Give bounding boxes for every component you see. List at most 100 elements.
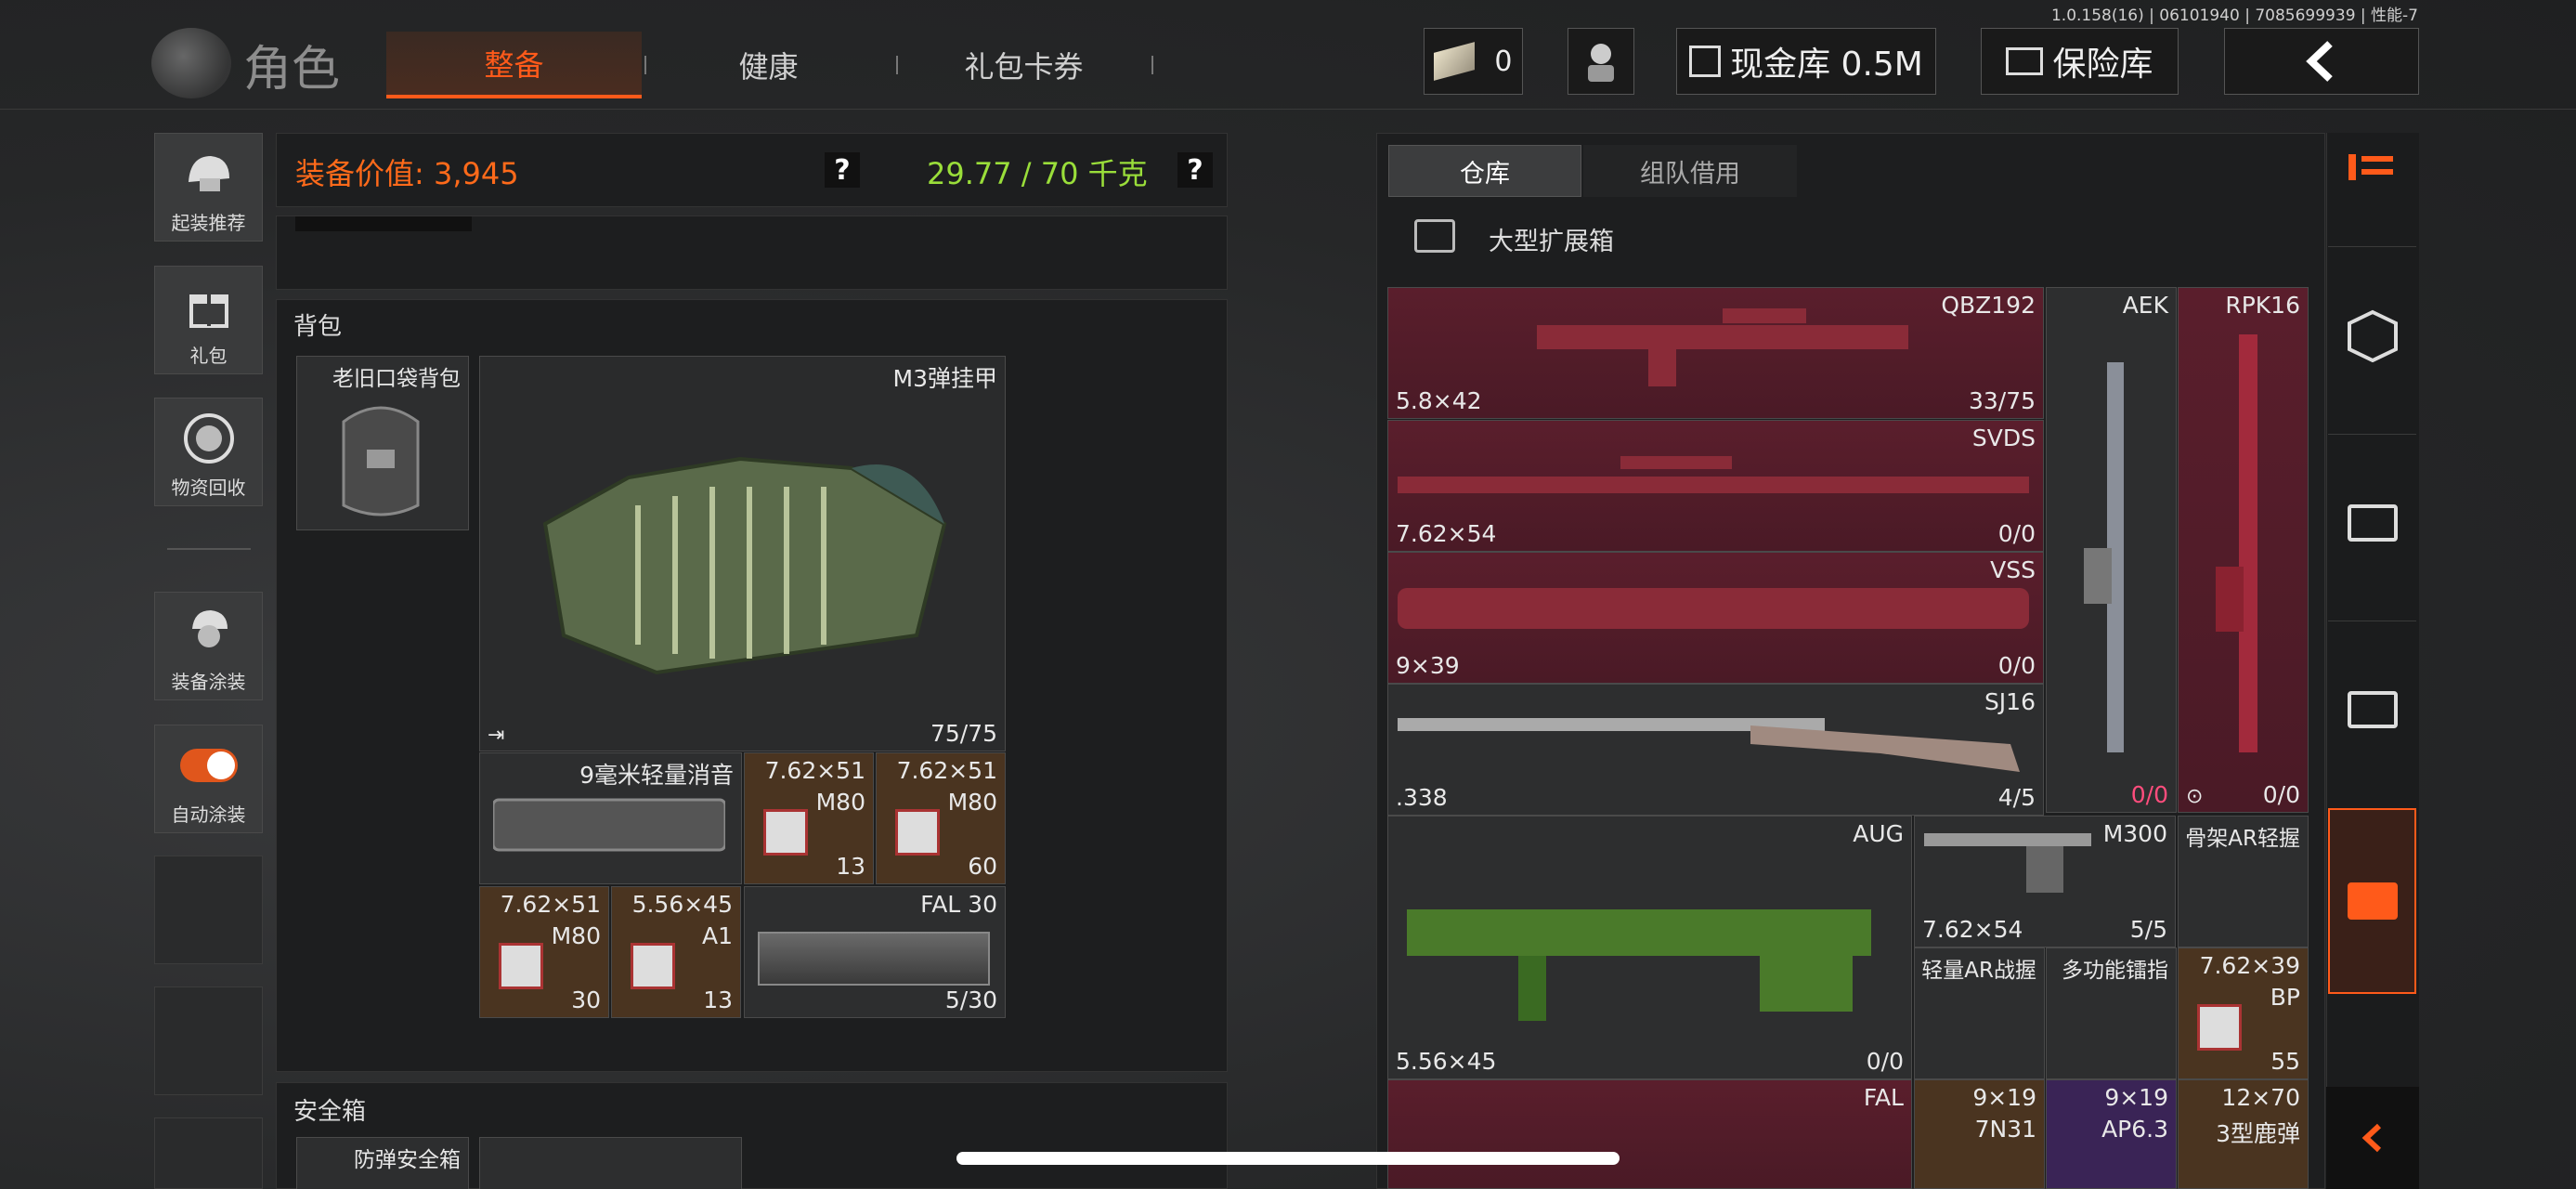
info-icon: ⊙ — [2186, 785, 2204, 808]
item-count: 4/5 — [1997, 784, 2036, 811]
equip-value-help-button[interactable]: ? — [825, 152, 860, 188]
auto-skin-toggle[interactable]: 自动涂装 — [154, 725, 263, 833]
weight-help-button[interactable]: ? — [1177, 152, 1213, 188]
item-ammo[interactable]: 7.62×51 M80 60 — [876, 752, 1006, 884]
item-suppressor[interactable]: 9毫米轻量消音 — [479, 752, 742, 884]
item-ammo[interactable]: 7.62×51 M80 13 — [744, 752, 874, 884]
item-light-grip[interactable]: 轻量AR战握 — [1914, 947, 2045, 1079]
rifle-icon — [1537, 308, 1908, 386]
item-name: RPK16 — [2225, 292, 2300, 319]
container-tab-active[interactable] — [2328, 808, 2416, 994]
item-vss[interactable]: VSS 9×39 0/0 — [1387, 552, 2044, 684]
container-tab[interactable] — [2328, 621, 2416, 797]
container-tab[interactable] — [2328, 246, 2416, 423]
item-ammo[interactable]: 7.62×39 BP 55 — [2178, 947, 2309, 1079]
item-name: AEK — [2122, 292, 2168, 319]
money-button[interactable]: 0 — [1424, 28, 1523, 95]
item-ammo[interactable]: 9×19 7N31 — [1914, 1079, 2045, 1189]
item-rpk16[interactable]: RPK16 ⊙ 0/0 — [2178, 287, 2309, 813]
safe-box-slot-empty — [479, 1137, 742, 1189]
item-laser[interactable]: 多功能镭指 — [2046, 947, 2177, 1079]
container-tab[interactable] — [2328, 434, 2416, 610]
recycle-button[interactable]: 物资回收 — [154, 398, 263, 506]
slot-tab — [295, 216, 472, 231]
tab-team-borrow[interactable]: 组队借用 — [1583, 145, 1797, 197]
item-magazine[interactable]: FAL 30 5/30 — [744, 886, 1006, 1018]
item-type: M80 — [551, 922, 601, 949]
item-name: 骨架AR轻握 — [2185, 827, 2300, 851]
item-aek[interactable]: AEK 0/0 — [2046, 287, 2177, 813]
soldier-icon — [180, 604, 238, 661]
item-svds[interactable]: SVDS 7.62×54 0/0 — [1387, 420, 2044, 552]
gift-icon — [180, 278, 238, 335]
item-ammo[interactable]: 5.56×45 A1 13 — [611, 886, 741, 1018]
item-skeleton-grip[interactable]: 骨架AR轻握 — [2178, 816, 2309, 947]
tab-equip[interactable]: 整备 — [386, 32, 642, 98]
skin-button[interactable]: 装备涂装 — [154, 592, 263, 700]
sidebar-divider — [167, 548, 251, 550]
item-sj16[interactable]: SJ16 .338 4/5 — [1387, 684, 2044, 816]
item-caliber: 9×39 — [1396, 652, 1460, 679]
backpack-slot[interactable]: 老旧口袋背包 — [296, 356, 469, 530]
container-icon — [1414, 219, 1455, 253]
vest-image — [542, 456, 947, 675]
ammo-box-icon — [763, 809, 808, 856]
item-ammo[interactable]: 7.62×51 M80 30 — [479, 886, 609, 1018]
cash-vault-label: 现金库 0.5M — [1730, 46, 1923, 84]
ammo-box-icon — [631, 943, 675, 989]
item-count: 13 — [836, 853, 865, 880]
item-type: 3型鹿弹 — [2216, 1120, 2300, 1147]
tab-health[interactable]: 健康 — [669, 32, 868, 98]
cash-vault-button[interactable]: 现金库 0.5M — [1676, 28, 1936, 95]
item-count: 33/75 — [1968, 387, 2036, 414]
item-fal[interactable]: FAL — [1387, 1079, 1912, 1189]
ammo-box-icon — [2197, 1004, 2242, 1051]
cube-icon — [2347, 309, 2398, 362]
tab-gift-cards[interactable]: 礼包卡券 — [919, 32, 1128, 98]
toggle-switch[interactable] — [179, 737, 238, 794]
rifle-icon — [1398, 456, 2029, 493]
collapse-button[interactable] — [2326, 1087, 2419, 1189]
empty-slot — [154, 856, 263, 964]
safe-vault-button[interactable]: 保险库 — [1981, 28, 2179, 95]
back-button[interactable] — [2224, 28, 2419, 95]
rifle-icon — [1407, 909, 1871, 1021]
magazine-icon — [758, 932, 990, 986]
item-name: 7.62×51 — [500, 891, 601, 918]
item-count: 0/0 — [2130, 781, 2168, 808]
item-name: 7.62×39 — [2199, 952, 2300, 979]
safe-box-slot[interactable]: 防弹安全箱 — [296, 1137, 469, 1189]
item-ammo[interactable]: 9×19 AP6.3 — [2046, 1079, 2177, 1189]
backpack-icon — [342, 406, 420, 516]
safe-box-title: 安全箱 — [293, 1098, 367, 1126]
item-type: 7N31 — [1974, 1116, 2036, 1143]
chevron-left-icon — [2361, 1123, 2382, 1153]
helmet-icon — [180, 145, 238, 203]
item-m300[interactable]: M300 7.62×54 5/5 — [1914, 816, 2176, 947]
item-count: 30 — [571, 986, 601, 1013]
backpack-title: 背包 — [293, 313, 343, 341]
item-name: 5.56×45 — [631, 891, 733, 918]
loadout-recommend-button[interactable]: 起装推荐 — [154, 133, 263, 242]
game-screen: 1.0.158(16) | 06101940 | 7085699939 | 性能… — [0, 0, 2576, 1189]
sidebar-label: 物资回收 — [171, 477, 246, 499]
item-type: A1 — [701, 922, 733, 949]
gift-button[interactable]: 礼包 — [154, 266, 263, 374]
sort-icon[interactable] — [2345, 149, 2399, 186]
agent-icon — [1588, 44, 1614, 82]
sidebar-label: 自动涂装 — [171, 804, 246, 826]
container-name: 大型扩展箱 — [1489, 228, 1614, 256]
recycle-icon — [180, 410, 238, 467]
support-button[interactable] — [1568, 28, 1634, 95]
item-name: 9×19 — [2104, 1084, 2168, 1111]
unequip-icon[interactable]: ⇥ — [488, 724, 504, 747]
item-aug[interactable]: AUG 5.56×45 0/0 — [1387, 816, 1912, 1079]
vest-count: 75/75 — [930, 720, 997, 747]
vest-slot[interactable]: M3弹挂甲 ⇥ 75/75 — [479, 356, 1006, 751]
item-ammo[interactable]: 12×70 3型鹿弹 — [2178, 1079, 2309, 1189]
container-icon — [2347, 503, 2398, 542]
tab-warehouse[interactable]: 仓库 — [1388, 145, 1581, 197]
item-count: 0/0 — [1997, 652, 2036, 679]
item-qbz192[interactable]: QBZ192 5.8×42 33/75 — [1387, 287, 2044, 419]
item-name: AUG — [1853, 820, 1904, 847]
